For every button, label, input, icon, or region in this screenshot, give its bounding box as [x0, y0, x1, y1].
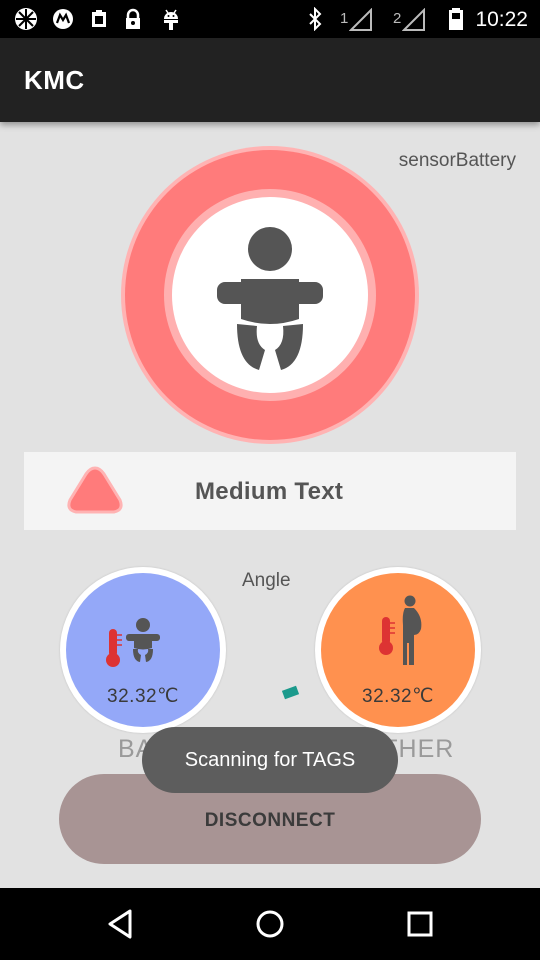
angle-label: Angle	[242, 570, 291, 591]
thermometer-icon	[379, 617, 395, 655]
bluetooth-icon	[309, 7, 322, 31]
mother-temperature-card[interactable]: 32.32℃	[315, 567, 481, 733]
baby-icon	[126, 618, 160, 662]
status-bar: 1 2 10:22	[0, 0, 540, 38]
motorola-icon	[53, 9, 73, 29]
android-icon	[164, 9, 178, 30]
toast-text: Scanning for TAGS	[184, 749, 356, 771]
home-icon[interactable]	[252, 906, 288, 942]
navigation-bar	[0, 888, 540, 960]
sim2-label: 2	[393, 10, 402, 27]
toast-message: Scanning for TAGS	[142, 727, 398, 793]
signal-sim2-icon: 2	[393, 6, 427, 32]
warning-triangle-icon	[67, 466, 123, 514]
main-status-indicator[interactable]	[119, 144, 421, 446]
alert-bar: Medium Text	[24, 452, 516, 530]
angle-indicator	[281, 685, 300, 700]
clock: 10:22	[475, 8, 528, 31]
disconnect-button-label: DISCONNECT	[204, 810, 336, 831]
baby-temperature: 32.32℃	[107, 686, 179, 707]
thermometer-icon	[106, 629, 122, 667]
app-title: KMC	[24, 65, 85, 95]
lock-icon	[126, 8, 140, 29]
sim1-label: 1	[340, 10, 349, 27]
back-icon[interactable]	[102, 906, 138, 942]
app-bar: KMC	[0, 38, 540, 122]
alert-text: Medium Text	[195, 478, 344, 505]
pregnant-woman-icon	[402, 595, 422, 665]
settings-flower-icon	[15, 8, 37, 30]
recents-icon[interactable]	[402, 906, 438, 942]
clipboard-icon	[92, 10, 106, 27]
mother-temperature: 32.32℃	[362, 686, 434, 707]
signal-sim1-icon: 1	[340, 6, 374, 32]
battery-icon	[449, 8, 463, 30]
baby-temperature-card[interactable]: 32.32℃	[60, 567, 226, 733]
